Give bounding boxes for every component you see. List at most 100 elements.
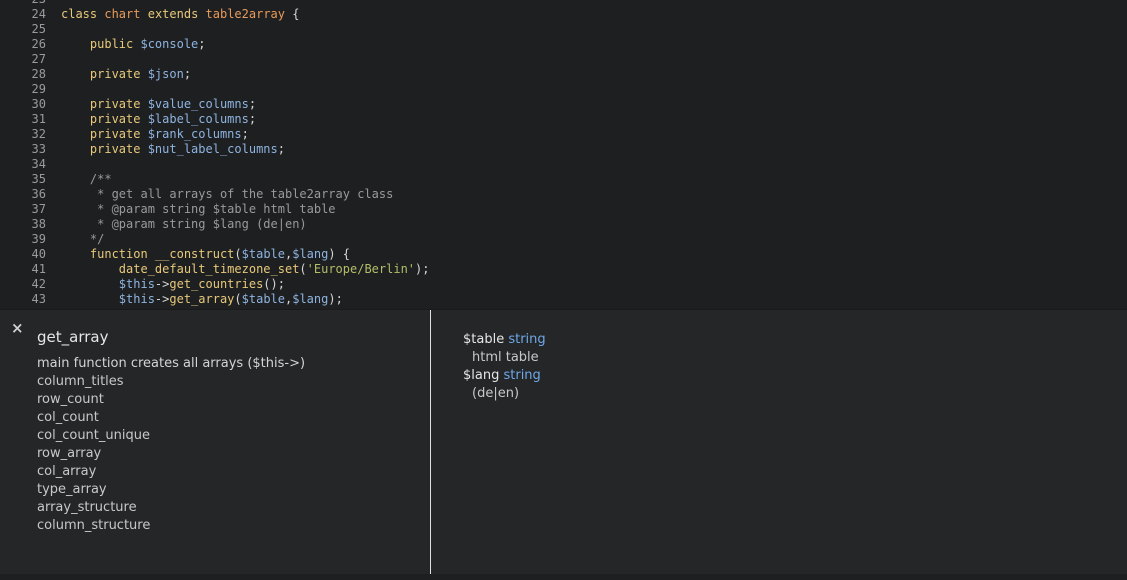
line-number: 41 [31, 262, 46, 276]
code-line[interactable]: 37 * @param string $table html table [0, 202, 1127, 217]
param-type: string [503, 368, 541, 383]
code-line[interactable]: 42 $this->get_countries(); [0, 277, 1127, 292]
code-line[interactable]: 34 [0, 157, 1127, 172]
param-description: html table [472, 350, 539, 365]
code-token: $lang [292, 292, 329, 306]
code-token: private [61, 67, 148, 81]
line-number: 39 [31, 232, 46, 246]
line-number: 29 [31, 82, 46, 96]
code-text: private $label_columns; [61, 112, 256, 127]
line-number: 27 [31, 52, 46, 66]
code-token: * @param string $lang (de|en) [61, 217, 307, 231]
code-token: private [61, 112, 148, 126]
code-token: ); [415, 262, 430, 276]
code-token: $rank_columns [147, 127, 242, 141]
code-token: /** [61, 172, 112, 186]
line-number: 23 [0, 0, 46, 7]
param-row: $lang string [463, 367, 546, 385]
code-line[interactable]: 39 */ [0, 232, 1127, 247]
code-token: { [285, 7, 300, 21]
code-text: /** [61, 172, 112, 187]
code-line[interactable]: 32 private $rank_columns; [0, 127, 1127, 142]
close-icon[interactable]: × [11, 320, 25, 336]
line-number: 43 [31, 292, 46, 306]
list-item: row_array [37, 446, 102, 461]
list-item: col_count_unique [37, 428, 150, 443]
code-line[interactable]: 38 * @param string $lang (de|en) [0, 217, 1127, 232]
line-number: 42 [31, 277, 46, 291]
code-token: date_default_timezone_set [61, 262, 300, 276]
code-token: -> [154, 277, 170, 291]
code-token: $console [140, 37, 199, 51]
code-line[interactable]: 23 [0, 0, 1127, 7]
code-token: ( [234, 247, 242, 261]
code-token: ; [241, 127, 249, 141]
code-line[interactable]: 40 function __construct($table,$lang) { [0, 247, 1127, 262]
code-token: __construct [154, 247, 235, 261]
code-line[interactable]: 24 class chart extends table2array { [0, 7, 1127, 22]
code-text: private $rank_columns; [61, 127, 249, 142]
list-item: array_structure [37, 500, 137, 515]
param-type: string [508, 332, 546, 347]
list-item: col_count [37, 410, 99, 425]
code-text: */ [61, 232, 104, 247]
code-token: get_countries [169, 277, 264, 291]
code-token: public [61, 37, 141, 51]
code-line[interactable]: 41 date_default_timezone_set('Europe/Ber… [0, 262, 1127, 277]
list-item: col_array [37, 464, 97, 479]
code-token: table2array [205, 7, 285, 21]
code-token: chart [104, 7, 148, 21]
code-line[interactable]: 31 private $label_columns; [0, 112, 1127, 127]
code-line[interactable]: 35 /** [0, 172, 1127, 187]
list-item: column_structure [37, 518, 151, 533]
code-token: */ [61, 232, 105, 246]
code-line[interactable]: 30 private $value_columns; [0, 97, 1127, 112]
code-line[interactable]: 29 [0, 82, 1127, 97]
code-token: $table [241, 247, 285, 261]
param-description: (de|en) [472, 386, 520, 401]
code-line[interactable]: 33 private $nut_label_columns; [0, 142, 1127, 157]
code-token: private [61, 97, 148, 111]
code-text: * get all arrays of the table2array clas… [61, 187, 393, 202]
code-text: * @param string $lang (de|en) [61, 217, 307, 232]
code-editor[interactable]: 2324class chart extends table2array {252… [0, 0, 1127, 309]
parameters-list: $table string html table $lang string (d… [463, 331, 546, 403]
code-line[interactable]: 43 $this->get_array($table,$lang); [0, 292, 1127, 307]
code-token: class [61, 7, 105, 21]
code-token: $table [241, 292, 285, 306]
code-line[interactable]: 36 * get all arrays of the table2array c… [0, 187, 1127, 202]
code-line[interactable]: 26 public $console; [0, 37, 1127, 52]
code-token: * @param string $table html table [61, 202, 336, 216]
line-number: 40 [31, 247, 46, 261]
code-text: $this->get_countries(); [61, 277, 285, 292]
line-number: 26 [31, 37, 46, 51]
line-number: 37 [31, 202, 46, 216]
list-item: column_titles [37, 374, 124, 389]
code-token: get_array [169, 292, 235, 306]
code-token: private [61, 142, 148, 156]
line-number: 34 [31, 157, 46, 171]
code-line[interactable]: 25 [0, 22, 1127, 37]
code-token: ; [277, 142, 285, 156]
line-number: 38 [31, 217, 46, 231]
line-number: 30 [31, 97, 46, 111]
code-token: $nut_label_columns [147, 142, 278, 156]
code-token: ; [198, 37, 206, 51]
line-number: 36 [31, 187, 46, 201]
code-text: private $value_columns; [61, 97, 256, 112]
code-token: ); [328, 292, 343, 306]
code-text: private $json; [61, 67, 191, 82]
function-details-list: column_titles row_count col_count col_co… [37, 373, 150, 535]
code-token: private [61, 127, 148, 141]
inline-docs-panel: × get_array main function creates all ar… [0, 309, 1127, 575]
code-line[interactable]: 28 private $json; [0, 67, 1127, 82]
code-text: private $nut_label_columns; [61, 142, 285, 157]
code-line[interactable]: 27 [0, 52, 1127, 67]
editor-bottom-strip [0, 574, 1127, 580]
code-token: function [61, 247, 155, 261]
code-token: ; [183, 67, 192, 81]
line-number: 32 [31, 127, 46, 141]
line-number: 33 [31, 142, 46, 156]
code-text: $this->get_array($table,$lang); [61, 292, 343, 307]
code-token: -> [154, 292, 170, 306]
